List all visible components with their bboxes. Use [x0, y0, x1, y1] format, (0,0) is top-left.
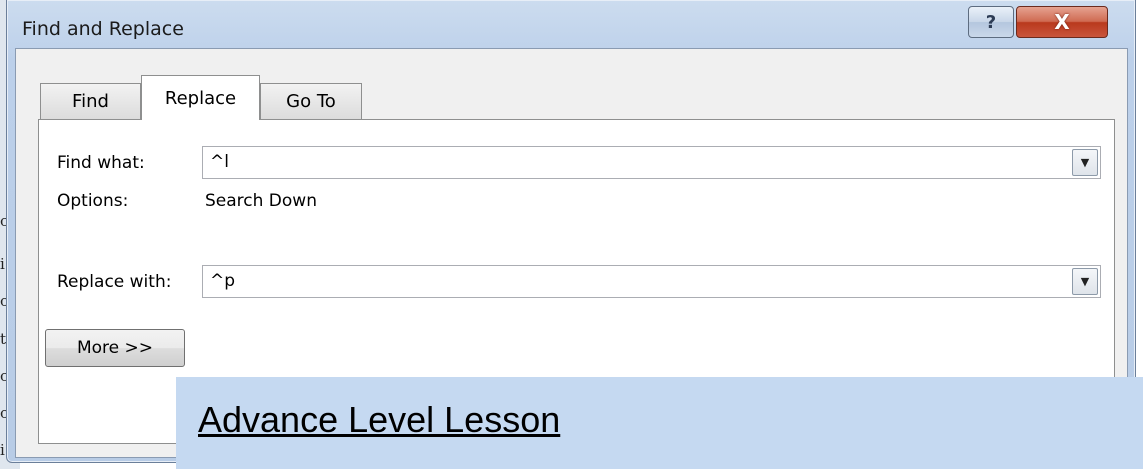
- dialog-title: Find and Replace: [22, 18, 184, 40]
- find-what-value: ^l: [210, 152, 229, 172]
- help-button[interactable]: ?: [968, 6, 1014, 38]
- chevron-down-icon: ▼: [1080, 156, 1090, 169]
- help-icon: ?: [985, 11, 997, 33]
- tab-go-to[interactable]: Go To: [260, 83, 362, 119]
- tab-replace[interactable]: Replace: [141, 75, 260, 120]
- replace-with-label: Replace with:: [57, 272, 172, 292]
- find-what-dropdown-button[interactable]: ▼: [1072, 149, 1098, 176]
- options-value: Search Down: [205, 191, 317, 211]
- close-icon: X: [1054, 10, 1070, 34]
- more-button[interactable]: More >>: [45, 329, 185, 367]
- chevron-down-icon: ▼: [1080, 275, 1090, 288]
- tab-find[interactable]: Find: [40, 83, 141, 119]
- find-what-label: Find what:: [57, 153, 145, 173]
- lesson-link[interactable]: Advance Level Lesson: [198, 399, 560, 441]
- replace-with-dropdown-button[interactable]: ▼: [1072, 268, 1098, 295]
- replace-with-value: ^p: [210, 271, 236, 291]
- find-what-combobox[interactable]: ^l ▼: [202, 146, 1101, 179]
- close-button[interactable]: X: [1016, 6, 1108, 38]
- lesson-banner: Advance Level Lesson: [176, 377, 1143, 469]
- options-label: Options:: [57, 191, 129, 211]
- replace-with-combobox[interactable]: ^p ▼: [202, 265, 1101, 298]
